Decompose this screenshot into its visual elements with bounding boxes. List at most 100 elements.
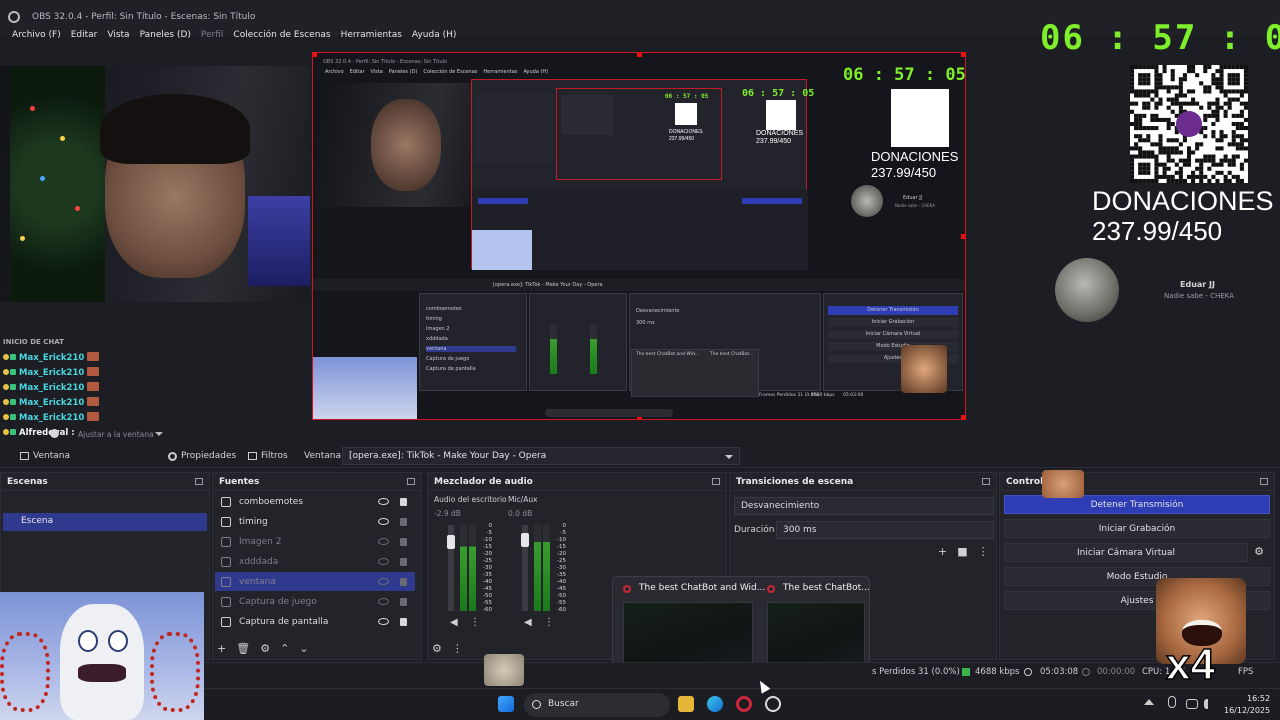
unlock-icon[interactable]	[400, 517, 407, 526]
tray-date: 16/12/2025	[1224, 706, 1271, 715]
mixer-title: Mezclador de audio	[434, 477, 533, 487]
thumbnail-title[interactable]: The best ChatBot and Wid...	[639, 583, 765, 593]
gear-icon[interactable]: ⚙	[432, 642, 442, 655]
eye-icon[interactable]	[378, 618, 389, 625]
iniciar-grabaci-n-button[interactable]: Iniciar Grabación	[1004, 519, 1270, 538]
inner-window-select: [opera.exe]: TikTok - Make Your Day - Op…	[493, 282, 603, 288]
menu-item[interactable]: Perfil	[201, 30, 224, 44]
stream-icon	[1024, 668, 1032, 676]
mixer-channel-db: -2.9 dB	[434, 509, 461, 518]
more-icon[interactable]: ⋮	[470, 617, 480, 628]
windows-start-icon[interactable]	[498, 696, 514, 712]
badge-icon	[3, 354, 9, 360]
edge-icon[interactable]	[707, 696, 723, 712]
forky-mouth	[78, 664, 126, 682]
eye-off-icon[interactable]	[378, 558, 389, 565]
preview-canvas[interactable]: OBS 32.0.4 - Perfil: Sin Título - Escena…	[312, 52, 966, 420]
inner-menu-item: Vista	[370, 69, 383, 75]
bitrate: 4688 kbps	[975, 667, 1020, 677]
trash-icon[interactable]: ■	[957, 545, 967, 558]
menu-item[interactable]: Paneles (D)	[140, 30, 191, 44]
inner-clock: 06 : 57 : 05	[742, 88, 815, 99]
file-explorer-icon[interactable]	[678, 696, 694, 712]
source-item[interactable]: Imagen 2	[215, 532, 415, 551]
unlock-icon[interactable]	[400, 557, 407, 566]
gear-icon[interactable]: ⚙	[260, 642, 270, 655]
chevron-up-icon[interactable]	[1144, 699, 1154, 705]
eye-icon[interactable]	[378, 518, 389, 525]
window-source-label: Ventana	[20, 448, 70, 464]
volume-fader-knob[interactable]	[521, 533, 529, 547]
duration-input[interactable]: 300 ms	[776, 521, 994, 539]
microphone-icon[interactable]	[1168, 696, 1176, 708]
fit-window-dropdown[interactable]: Ajustar a la ventana	[78, 430, 154, 439]
opera-icon[interactable]	[736, 696, 752, 712]
db-tick: -60	[557, 607, 566, 613]
thumbnail-title[interactable]: The best ChatBot...	[783, 583, 870, 593]
inner-control-button: Detener Transmisión	[828, 306, 958, 315]
popout-icon[interactable]	[195, 478, 203, 485]
unlock-icon[interactable]	[400, 537, 407, 546]
more-icon[interactable]: ⋮	[978, 545, 989, 558]
source-item[interactable]: timing	[215, 512, 415, 531]
control-button-label: Ajustes	[1120, 595, 1154, 606]
detener-transmisi-n-button[interactable]: Detener Transmisión	[1004, 495, 1270, 514]
menu-item[interactable]: Archivo (F)	[12, 30, 61, 44]
scene-item[interactable]: Escena	[3, 513, 207, 531]
eye-off-icon[interactable]	[378, 578, 389, 585]
resize-handle[interactable]	[637, 53, 642, 57]
filters-button[interactable]: Filtros	[248, 448, 288, 464]
popout-icon[interactable]	[407, 478, 415, 485]
menu-item[interactable]: Editar	[71, 30, 98, 44]
popout-icon[interactable]	[1260, 478, 1268, 485]
transition-select[interactable]: Desvanecimiento	[734, 497, 994, 515]
resize-handle[interactable]	[313, 53, 317, 57]
resize-handle[interactable]	[961, 415, 965, 419]
window-select[interactable]: [opera.exe]: TikTok - Make Your Day - Op…	[342, 447, 740, 465]
eye-off-icon[interactable]	[378, 598, 389, 605]
speaker-icon[interactable]: ◀	[450, 617, 458, 628]
popout-icon[interactable]	[982, 478, 990, 485]
lock-icon[interactable]	[400, 497, 407, 506]
clock[interactable]: 16:52 16/12/2025	[1224, 693, 1270, 717]
speaker-icon[interactable]	[1204, 699, 1216, 709]
menu-item[interactable]: Colección de Escenas	[233, 30, 330, 44]
taskbar-search[interactable]: Buscar	[524, 693, 670, 717]
add-icon[interactable]: +	[217, 642, 226, 655]
monitor-icon[interactable]	[1186, 699, 1198, 709]
resize-handle[interactable]	[961, 234, 965, 239]
screen: OBS 32.0.4 - Perfil: Sin Título - Escena…	[0, 0, 1280, 720]
menu-item[interactable]: Herramientas	[341, 30, 402, 44]
db-tick: -15	[483, 544, 492, 550]
unlock-icon[interactable]	[400, 597, 407, 606]
source-label: Captura de pantalla	[239, 616, 329, 627]
source-item[interactable]: Captura de juego	[215, 592, 415, 611]
gear-icon[interactable]	[50, 429, 59, 438]
trash-icon[interactable]: 🗑︎	[236, 642, 250, 655]
gear-icon[interactable]: ⚙	[1252, 545, 1266, 564]
source-item[interactable]: xdddada	[215, 552, 415, 571]
properties-button[interactable]: Propiedades	[168, 448, 236, 464]
lock-icon[interactable]	[400, 617, 407, 626]
menu-item[interactable]: Vista	[107, 30, 129, 44]
popout-icon[interactable]	[712, 478, 720, 485]
volume-fader-knob[interactable]	[447, 535, 455, 549]
unlock-icon[interactable]	[400, 577, 407, 586]
chevron-down-icon[interactable]	[155, 432, 163, 436]
arrow-up-icon[interactable]: ⌃	[280, 642, 289, 655]
arrow-down-icon[interactable]: ⌄	[299, 642, 308, 655]
eye-off-icon[interactable]	[378, 538, 389, 545]
source-item[interactable]: ventana	[215, 572, 415, 591]
obs-taskbar-icon[interactable]	[765, 696, 781, 712]
menu-item[interactable]: Ayuda (H)	[412, 30, 456, 44]
speaker-icon[interactable]: ◀	[524, 617, 532, 628]
source-item[interactable]: comboemotes	[215, 492, 415, 511]
more-icon[interactable]: ⋮	[544, 617, 554, 628]
more-icon[interactable]: ⋮	[452, 642, 463, 655]
source-item[interactable]: Captura de pantalla	[215, 612, 415, 631]
duration-value: 300 ms	[783, 525, 817, 535]
add-icon[interactable]: +	[938, 545, 947, 558]
eye-icon[interactable]	[378, 498, 389, 505]
resize-handle[interactable]	[961, 53, 965, 57]
iniciar-c-mara-virtual-button[interactable]: Iniciar Cámara Virtual	[1004, 543, 1248, 562]
